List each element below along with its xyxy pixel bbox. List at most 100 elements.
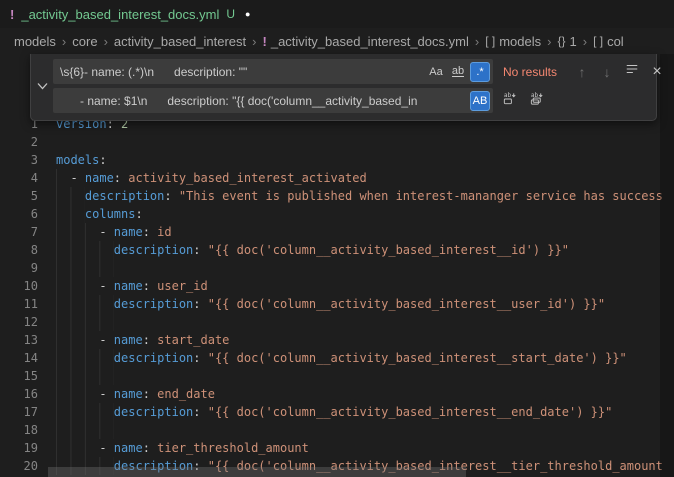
code-line[interactable]: 9	[0, 259, 674, 277]
breadcrumb-item[interactable]: activity_based_interest	[114, 34, 246, 49]
replace-all-button[interactable]: ab	[525, 90, 547, 112]
replace-input-value: - name: $1\n description: "{{ doc('colum…	[60, 94, 468, 108]
symbol-icon: [ ]	[593, 34, 603, 48]
line-number[interactable]: 10	[0, 277, 38, 295]
code-line[interactable]: 5description: "This event is published w…	[0, 187, 674, 205]
line-number[interactable]: 8	[0, 241, 38, 259]
code-text: - name: id	[38, 223, 172, 241]
line-number[interactable]: 16	[0, 385, 38, 403]
vertical-scrollbar[interactable]	[660, 54, 674, 477]
token-punc: :	[193, 297, 207, 311]
indent-guides	[56, 205, 85, 223]
code-line[interactable]: 18	[0, 421, 674, 439]
line-number[interactable]: 15	[0, 367, 38, 385]
code-line[interactable]: 10- name: user_id	[0, 277, 674, 295]
token-punc: -	[99, 387, 113, 401]
line-number[interactable]: 2	[0, 133, 38, 151]
breadcrumb-item[interactable]: models	[14, 34, 56, 49]
code-line[interactable]: 7- name: id	[0, 223, 674, 241]
code-text: description: "{{ doc('column__activity_b…	[38, 403, 612, 421]
token-punc: :	[193, 405, 207, 419]
code-line[interactable]: 13- name: start_date	[0, 331, 674, 349]
token-str: end_date	[157, 387, 215, 401]
line-number[interactable]: 9	[0, 259, 38, 277]
token-punc: -	[99, 225, 113, 239]
symbol-icon: {}	[557, 34, 565, 48]
code-line[interactable]: 15	[0, 367, 674, 385]
line-number[interactable]: 17	[0, 403, 38, 421]
code-text: - name: start_date	[38, 331, 229, 349]
find-input[interactable]: \s{6}- name: (.*)\n description: "" Aa a…	[53, 59, 493, 84]
regex-icon: .*	[476, 66, 483, 78]
breadcrumb-item[interactable]: [ ]col	[593, 34, 624, 49]
token-key: name	[114, 225, 143, 239]
breadcrumb-item[interactable]: ! _activity_based_interest_docs.yml	[263, 34, 469, 49]
token-str: id	[157, 225, 171, 239]
unsaved-dot-icon[interactable]: ●	[245, 9, 250, 19]
preserve-case-toggle[interactable]: AB	[470, 91, 490, 111]
code-line[interactable]: 12	[0, 313, 674, 331]
code-line[interactable]: 4- name: activity_based_interest_activat…	[0, 169, 674, 187]
line-number[interactable]: 4	[0, 169, 38, 187]
match-case-toggle[interactable]: Aa	[426, 62, 446, 82]
indent-guides	[56, 187, 85, 205]
replace-button[interactable]: ab	[498, 90, 520, 112]
find-in-selection-button[interactable]	[622, 62, 642, 82]
breadcrumb-label: _activity_based_interest_docs.yml	[271, 34, 469, 49]
indent-guides	[56, 403, 114, 421]
close-find-button[interactable]: ×	[647, 62, 667, 82]
code-line[interactable]: 6columns:	[0, 205, 674, 223]
code-text: - name: end_date	[38, 385, 215, 403]
token-punc: :	[193, 243, 207, 257]
code-text: - name: activity_based_interest_activate…	[38, 169, 367, 187]
breadcrumb-label: models	[499, 34, 541, 49]
editor-tab[interactable]: ! _activity_based_interest_docs.yml U ●	[0, 0, 262, 28]
breadcrumb-item[interactable]: [ ]models	[485, 34, 541, 49]
token-punc: :	[99, 153, 106, 167]
yaml-file-icon: !	[10, 7, 14, 22]
line-number[interactable]: 14	[0, 349, 38, 367]
previous-match-button[interactable]: ↑	[572, 62, 592, 82]
git-status-badge: U	[226, 7, 235, 21]
breadcrumb-item[interactable]: core	[72, 34, 97, 49]
whole-word-toggle[interactable]: ab	[448, 62, 468, 82]
line-number[interactable]: 12	[0, 313, 38, 331]
token-key: description	[114, 405, 193, 419]
line-number[interactable]: 7	[0, 223, 38, 241]
line-number[interactable]: 19	[0, 439, 38, 457]
line-number[interactable]: 18	[0, 421, 38, 439]
code-line[interactable]: 2	[0, 133, 674, 151]
replace-all-icon: ab	[529, 91, 544, 111]
line-number[interactable]: 11	[0, 295, 38, 313]
line-number[interactable]: 20	[0, 457, 38, 475]
yaml-file-icon: !	[263, 34, 267, 49]
code-line[interactable]: 16- name: end_date	[0, 385, 674, 403]
code-line[interactable]: 11description: "{{ doc('column__activity…	[0, 295, 674, 313]
line-number[interactable]: 13	[0, 331, 38, 349]
toggle-replace-button[interactable]	[31, 59, 53, 113]
code-pane: 1version: 223models:4- name: activity_ba…	[0, 115, 674, 475]
horizontal-scrollbar-thumb[interactable]	[48, 467, 466, 477]
token-key: name	[114, 441, 143, 455]
whole-word-icon: ab	[452, 66, 464, 77]
token-key: name	[114, 279, 143, 293]
code-line[interactable]: 19- name: tier_threshold_amount	[0, 439, 674, 457]
breadcrumb-item[interactable]: {}1	[557, 34, 576, 49]
replace-input[interactable]: - name: $1\n description: "{{ doc('colum…	[53, 88, 493, 113]
breadcrumb-label: activity_based_interest	[114, 34, 246, 49]
code-line[interactable]: 14description: "{{ doc('column__activity…	[0, 349, 674, 367]
code-text	[38, 259, 114, 277]
token-punc: :	[143, 279, 157, 293]
regex-toggle[interactable]: .*	[470, 62, 490, 82]
next-match-button[interactable]: ↓	[597, 62, 617, 82]
line-number[interactable]: 5	[0, 187, 38, 205]
code-line[interactable]: 3models:	[0, 151, 674, 169]
line-number[interactable]: 6	[0, 205, 38, 223]
line-number[interactable]: 3	[0, 151, 38, 169]
code-line[interactable]: 17description: "{{ doc('column__activity…	[0, 403, 674, 421]
indent-guides	[56, 385, 99, 403]
token-punc: :	[164, 189, 178, 203]
token-punc: :	[143, 225, 157, 239]
code-line[interactable]: 8description: "{{ doc('column__activity_…	[0, 241, 674, 259]
indent-guides	[56, 169, 70, 187]
